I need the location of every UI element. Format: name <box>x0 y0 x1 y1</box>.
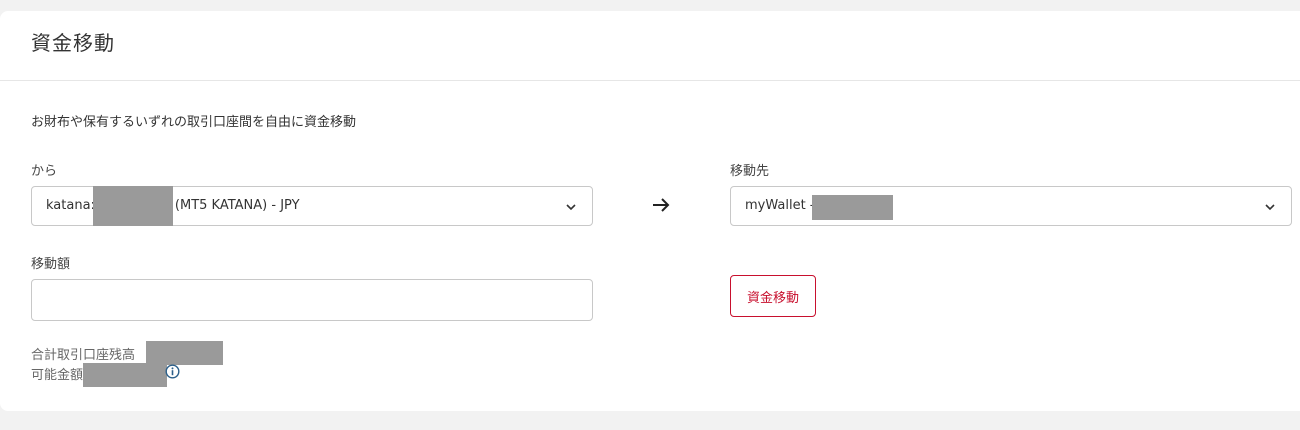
arrow-right-icon <box>653 198 670 212</box>
amount-input[interactable] <box>31 279 593 321</box>
amount-label: 移動額 <box>31 257 71 272</box>
redacted-total-balance <box>146 341 223 365</box>
chevron-down-icon <box>1265 204 1275 211</box>
to-label: 移動先 <box>730 164 770 179</box>
from-account-prefix: katana: <box>46 198 95 213</box>
page-title: 資金移動 <box>31 31 115 55</box>
redacted-wallet-id <box>812 195 893 220</box>
card-header: 資金移動 <box>0 11 1300 81</box>
transfer-card: 資金移動 お財布や保有するいずれの取引口座間を自由に資金移動 から katana… <box>0 11 1300 411</box>
transfer-button[interactable]: 資金移動 <box>730 275 816 317</box>
to-account-prefix: myWallet - <box>745 198 815 213</box>
from-label: から <box>31 164 58 179</box>
from-account-suffix: (MT5 KATANA) - JPY <box>174 198 300 213</box>
info-icon[interactable] <box>165 364 180 379</box>
description-text: お財布や保有するいずれの取引口座間を自由に資金移動 <box>31 115 357 130</box>
redacted-account-number <box>93 186 173 226</box>
chevron-down-icon <box>566 204 576 211</box>
redacted-available-amount <box>83 363 167 387</box>
available-amount-label: 可能金額 <box>31 368 84 383</box>
total-balance-label: 合計取引口座残高 <box>31 348 136 363</box>
